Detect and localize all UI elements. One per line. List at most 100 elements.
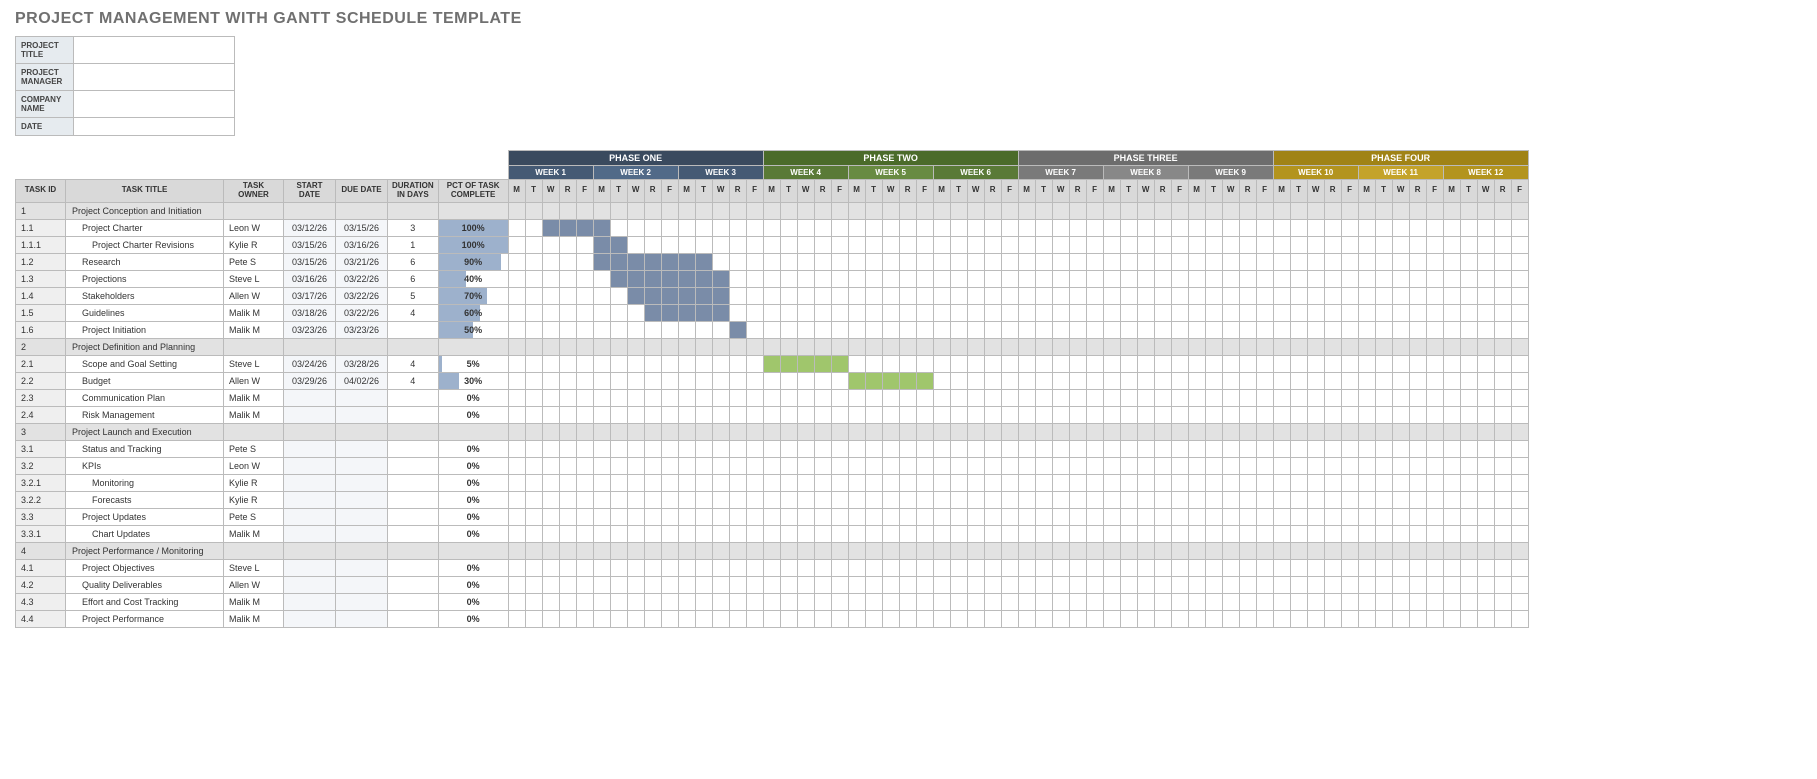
gantt-cell [814,457,831,474]
gantt-cell [882,559,899,576]
gantt-cell [1239,406,1256,423]
gantt-cell [1494,474,1511,491]
gantt-cell [967,576,984,593]
gantt-cell [1137,423,1154,440]
gantt-cell [1205,406,1222,423]
phase-header: PHASE FOUR [1273,151,1528,166]
gantt-cell [967,474,984,491]
task-id: 2.1 [16,355,66,372]
gantt-cell [1069,457,1086,474]
duration [388,474,439,491]
gantt-cell [1239,525,1256,542]
gantt-cell [1477,559,1494,576]
gantt-cell [1154,253,1171,270]
meta-value[interactable] [74,64,235,91]
gantt-cell [1120,355,1137,372]
gantt-cell [1290,389,1307,406]
due-date [336,508,388,525]
gantt-cell [1460,321,1477,338]
gantt-cell [1239,508,1256,525]
gantt-cell [712,321,729,338]
gantt-cell [1171,338,1188,355]
gantt-cell [542,321,559,338]
gantt-cell [865,355,882,372]
gantt-cell [1222,236,1239,253]
gantt-cell [508,321,525,338]
gantt-cell [593,440,610,457]
gantt-cell [610,559,627,576]
gantt-cell [525,389,542,406]
gantt-cell [1239,355,1256,372]
gantt-cell [1324,457,1341,474]
gantt-cell [508,457,525,474]
task-title: Monitoring [66,474,224,491]
gantt-cell [1341,610,1358,627]
gantt-cell [1477,219,1494,236]
gantt-cell [1426,457,1443,474]
gantt-cell [1154,219,1171,236]
gantt-cell [508,406,525,423]
gantt-cell [865,389,882,406]
gantt-cell [1273,355,1290,372]
gantt-cell [1120,576,1137,593]
gantt-cell [1154,593,1171,610]
meta-value[interactable] [74,91,235,118]
gantt-cell [746,389,763,406]
gantt-cell [984,236,1001,253]
gantt-cell [1103,304,1120,321]
gantt-cell [1171,253,1188,270]
gantt-cell [1426,253,1443,270]
gantt-cell [763,406,780,423]
gantt-cell [644,253,661,270]
gantt-cell [950,423,967,440]
task-title: Scope and Goal Setting [66,355,224,372]
day-letter: R [729,180,746,203]
gantt-cell [1222,389,1239,406]
gantt-cell [746,304,763,321]
gantt-cell [848,304,865,321]
gantt-cell [1477,389,1494,406]
gantt-cell [1086,355,1103,372]
gantt-cell [627,355,644,372]
gantt-cell [525,610,542,627]
gantt-cell [848,440,865,457]
gantt-cell [1205,491,1222,508]
gantt-cell [695,338,712,355]
gantt-cell [593,576,610,593]
gantt-cell [1239,236,1256,253]
gantt-cell [1069,542,1086,559]
gantt-cell [1426,491,1443,508]
gantt-cell [763,304,780,321]
gantt-cell [1477,610,1494,627]
gantt-cell [882,202,899,219]
gantt-cell [1103,270,1120,287]
gantt-cell [1375,389,1392,406]
gantt-cell [1392,202,1409,219]
gantt-cell [780,202,797,219]
gantt-cell [1341,236,1358,253]
gantt-cell [1392,236,1409,253]
day-letter: M [1443,180,1460,203]
day-letter: W [882,180,899,203]
gantt-cell [1392,440,1409,457]
gantt-cell [1477,202,1494,219]
gantt-cell [950,219,967,236]
gantt-cell [780,525,797,542]
gantt-cell [1069,219,1086,236]
gantt-cell [1494,321,1511,338]
gantt-cell [831,321,848,338]
gantt-cell [984,202,1001,219]
gantt-cell [1052,525,1069,542]
gantt-cell [1409,406,1426,423]
task-title: Chart Updates [66,525,224,542]
gantt-cell [780,304,797,321]
gantt-cell [712,508,729,525]
meta-value[interactable] [74,37,235,64]
task-title: Budget [66,372,224,389]
meta-value[interactable] [74,118,235,136]
gantt-cell [1358,457,1375,474]
gantt-cell [1375,593,1392,610]
start-date [284,542,336,559]
gantt-cell [695,253,712,270]
gantt-cell [1018,219,1035,236]
